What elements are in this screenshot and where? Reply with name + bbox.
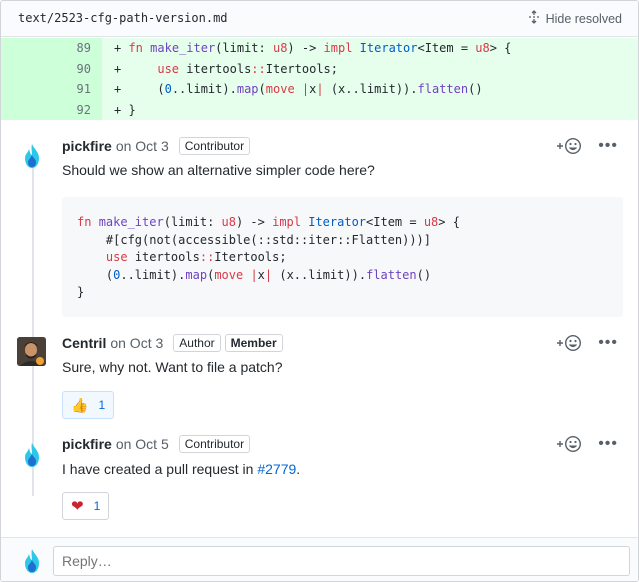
add-reaction-button[interactable] [556,435,582,453]
comment-thread: pickfire on Oct 3 Contributor ••• Should… [1,121,638,537]
comment-header: pickfire on Oct 3 Contributor [62,136,251,156]
comment-body: Should we show an alternative simpler co… [62,162,375,178]
line-number[interactable]: 92 [1,99,102,120]
hide-resolved-label: Hide resolved [545,11,622,26]
hide-resolved-button[interactable]: Hide resolved [527,10,622,27]
flame-avatar-icon[interactable] [23,143,41,169]
comment-actions: ••• [556,137,618,155]
reply-input[interactable] [53,546,630,576]
author-name[interactable]: pickfire [62,138,112,154]
snippet-line: fn make_iter(limit: u8) -> impl Iterator… [77,215,460,229]
diff-line: 91 + (0..limit).map(move |x| (x..limit)).… [1,79,638,100]
author-name[interactable]: pickfire [62,436,112,452]
comment-text: I have created a pull request in [62,461,258,477]
line-number[interactable]: 90 [1,58,102,79]
diff-line: 92 + } [1,99,638,120]
reaction-count: 1 [93,499,101,513]
comment-actions: ••• [556,435,618,453]
comment-header: Centril on Oct 3 Author Member [62,333,283,353]
diff-line: 90 + use itertools::Itertools; [1,58,638,79]
comment-actions: ••• [556,334,618,352]
kebab-horizontal-icon[interactable]: ••• [598,138,618,154]
comment-body: Sure, why not. Want to file a patch? [62,359,283,375]
snippet-line: #[cfg(not(accessible(::std::iter::Flatte… [77,232,432,247]
contributor-badge: Contributor [178,435,251,453]
unfold-icon [527,10,541,27]
code-line: + (0..limit).map(move |x| (x..limit)).fl… [102,79,638,100]
file-path[interactable]: text/2523-cfg-path-version.md [18,11,228,25]
line-number[interactable]: 91 [1,79,102,100]
flame-avatar-icon[interactable] [23,442,41,468]
reply-bar [1,537,638,581]
avatar[interactable] [17,337,46,366]
heart-icon: ❤ [71,498,84,515]
comment-date[interactable]: on Oct 3 [116,138,169,154]
comment-date[interactable]: on Oct 5 [116,436,169,452]
add-reaction-button[interactable] [556,137,582,155]
smiley-plus-icon [557,137,582,155]
thumbs-up-reaction[interactable]: 👍 1 [62,391,115,419]
snippet-line: (0..limit).map(move |x| (x..limit)).flat… [77,267,432,282]
reaction-count: 1 [98,398,106,412]
line-number[interactable]: 89 [1,38,102,59]
kebab-horizontal-icon[interactable]: ••• [598,335,618,351]
add-reaction-button[interactable] [556,334,582,352]
smiley-plus-icon [557,334,582,352]
file-header: text/2523-cfg-path-version.md Hide resol… [1,1,638,37]
review-thread-panel: text/2523-cfg-path-version.md Hide resol… [0,0,639,582]
snippet-line: use itertools::Itertools; [105,250,287,264]
code-line: + fn make_iter(limit: u8) -> impl Iterat… [102,38,638,59]
pull-request-link[interactable]: #2779 [257,461,296,477]
author-badge: Author [173,334,221,352]
contributor-badge: Contributor [178,137,251,155]
snippet-line: } [77,285,85,299]
smiley-plus-icon [557,435,582,453]
comment-header: pickfire on Oct 5 Contributor [62,434,251,454]
thumbs-up-icon: 👍 [71,396,89,413]
heart-reaction[interactable]: ❤ 1 [62,492,110,520]
code-snippet: fn make_iter(limit: u8) -> impl Iterator… [62,197,623,317]
comment-date[interactable]: on Oct 3 [110,335,163,351]
comment-text-suffix: . [296,461,301,477]
diff-hunk: 89 + fn make_iter(limit: u8) -> impl Iter… [1,38,638,120]
code-line: + } [102,99,638,120]
comment-body: I have created a pull request in #2779. [62,461,300,477]
diff-line: 89 + fn make_iter(limit: u8) -> impl Iter… [1,38,638,59]
flame-avatar-icon [25,549,39,573]
author-name[interactable]: Centril [62,335,106,351]
kebab-horizontal-icon[interactable]: ••• [598,436,618,452]
code-line: + use itertools::Itertools; [102,58,638,79]
member-badge: Member [224,334,283,352]
